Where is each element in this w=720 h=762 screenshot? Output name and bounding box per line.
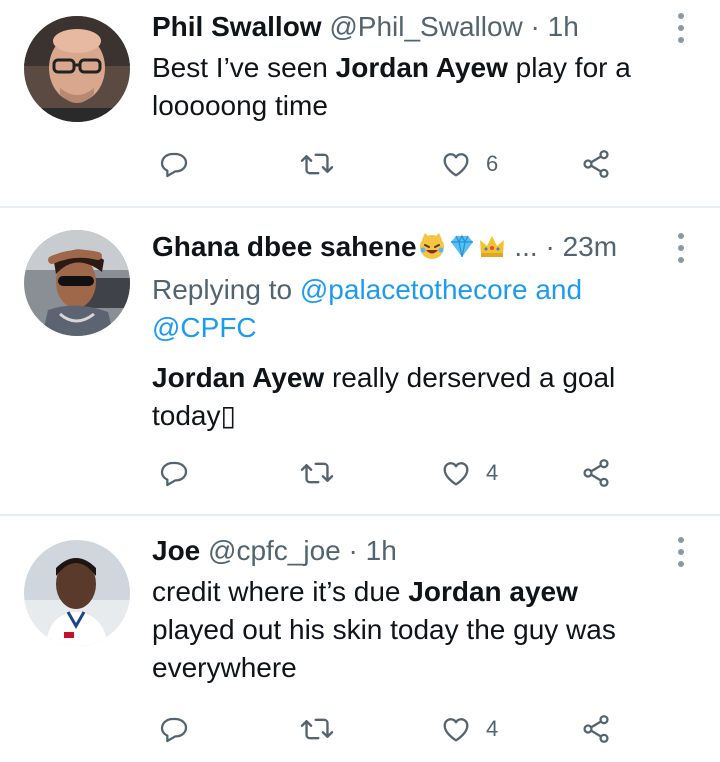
tweet-text: Best I’ve seen Jordan Ayew play for a lo… — [152, 49, 692, 125]
retweet-icon — [300, 462, 334, 484]
timestamp[interactable]: 1h — [366, 535, 397, 566]
tweet-text: Jordan Ayew really derserved a goal toda… — [152, 359, 692, 435]
tweet-text-line: Best I’ve seen Jordan Ayew play for a — [152, 52, 631, 83]
separator: · — [530, 11, 540, 42]
share-icon — [583, 459, 609, 487]
mention-link[interactable]: @CPFC — [152, 312, 257, 343]
display-name[interactable]: Joe — [152, 535, 200, 566]
user-handle[interactable]: @cpfc_joe — [208, 535, 341, 566]
tweet-actions: 6 — [0, 144, 720, 184]
more-icon[interactable] — [676, 233, 686, 263]
more-icon[interactable] — [676, 13, 686, 43]
user-handle[interactable]: @Phil_Swallow — [329, 11, 522, 42]
tweet-text-line: played out his skin today the guy was — [152, 614, 616, 645]
share-button[interactable] — [580, 453, 612, 493]
retweet-icon — [300, 153, 334, 175]
avatar[interactable] — [24, 230, 130, 336]
reply-button[interactable] — [158, 709, 190, 749]
display-name[interactable]: Phil Swallow — [152, 11, 322, 42]
timestamp[interactable]: 1h — [548, 11, 579, 42]
tweet-text-line: looooong time — [152, 90, 328, 121]
avatar[interactable] — [24, 540, 130, 646]
retweet-button[interactable] — [300, 453, 334, 493]
tweet-text-line: everywhere — [152, 652, 297, 683]
tweet-text-line: today▯ — [152, 400, 236, 431]
diamond-emoji — [450, 234, 473, 258]
like-icon — [443, 153, 469, 177]
avatar[interactable] — [24, 16, 130, 122]
reply-icon — [160, 152, 188, 178]
like-count: 4 — [486, 460, 499, 485]
tweet-joe[interactable]: Joe @cpfc_joe · 1h credit where it’s due… — [0, 516, 720, 762]
like-count: 4 — [486, 716, 499, 741]
separator: · — [348, 535, 358, 566]
like-button[interactable]: 6 — [440, 144, 498, 184]
tweet-header: Joe @cpfc_joe · 1h — [152, 533, 397, 569]
avatar-photo — [24, 16, 130, 122]
share-icon — [583, 150, 609, 178]
avatar-photo — [24, 230, 130, 336]
tweet-text: credit where it’s due Jordan ayew played… — [152, 573, 692, 687]
reply-button[interactable] — [158, 453, 190, 493]
tweet-text-line: Jordan Ayew really derserved a goal — [152, 362, 616, 393]
replying-to: Replying to @palacetothecore and @CPFC — [152, 274, 583, 343]
tweet-text-line: credit where it’s due Jordan ayew — [152, 576, 578, 607]
share-button[interactable] — [580, 709, 612, 749]
retweet-button[interactable] — [300, 144, 334, 184]
like-button[interactable]: 4 — [440, 709, 498, 749]
mention-link[interactable]: @palacetothecore — [300, 274, 528, 305]
more-icon[interactable] — [676, 537, 686, 567]
like-icon — [443, 462, 469, 486]
laughing-cat-emoji — [419, 233, 444, 259]
tweet-actions: 4 — [0, 453, 720, 493]
tweet-ghana-dbee-sahene[interactable]: Ghana dbee sahene ... · 23m Replying to … — [0, 208, 720, 514]
like-count: 6 — [486, 151, 499, 176]
separator: · — [545, 231, 555, 262]
like-icon — [443, 718, 469, 742]
timestamp[interactable]: 23m — [563, 231, 617, 262]
retweet-icon — [300, 718, 334, 740]
share-button[interactable] — [580, 144, 612, 184]
reply-icon — [160, 461, 188, 487]
display-name[interactable]: Ghana dbee sahene — [152, 231, 417, 262]
retweet-button[interactable] — [300, 709, 334, 749]
reply-icon — [160, 717, 188, 743]
avatar-photo — [24, 540, 130, 646]
name-truncation: ... — [514, 231, 538, 262]
tweet-header: Ghana dbee sahene ... · 23m — [152, 229, 617, 265]
like-button[interactable]: 4 — [440, 453, 498, 493]
tweet-phil-swallow[interactable]: Phil Swallow @Phil_Swallow · 1h Best I’v… — [0, 0, 720, 206]
tweet-actions: 4 — [0, 709, 720, 749]
crown-emoji — [479, 236, 504, 257]
tweet-header: Phil Swallow @Phil_Swallow · 1h — [152, 9, 579, 45]
reply-button[interactable] — [158, 144, 190, 184]
share-icon — [583, 715, 609, 743]
